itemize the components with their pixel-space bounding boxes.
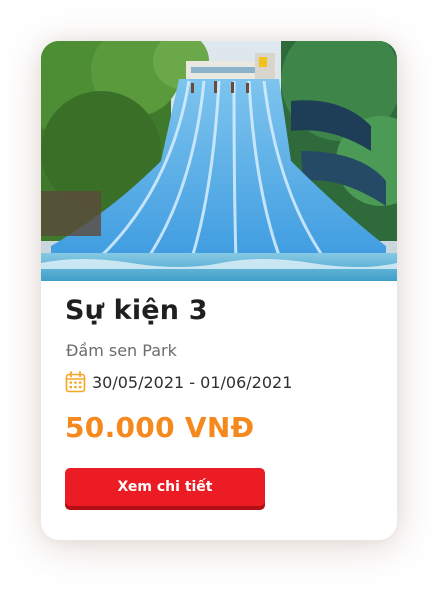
event-date-row: 30/05/2021 - 01/06/2021 xyxy=(65,371,292,393)
event-title: Sự kiện 3 xyxy=(65,295,208,326)
event-date-range: 30/05/2021 - 01/06/2021 xyxy=(92,372,293,392)
view-details-button[interactable]: Xem chi tiết xyxy=(65,468,265,506)
event-price: 50.000 VNĐ xyxy=(65,411,255,444)
event-card[interactable]: Sự kiện 3 Đầm sen Park 30/05/2021 - 01/0… xyxy=(41,41,397,540)
calendar-icon xyxy=(65,371,86,393)
event-image[interactable] xyxy=(41,41,397,281)
event-location: Đầm sen Park xyxy=(66,341,177,360)
